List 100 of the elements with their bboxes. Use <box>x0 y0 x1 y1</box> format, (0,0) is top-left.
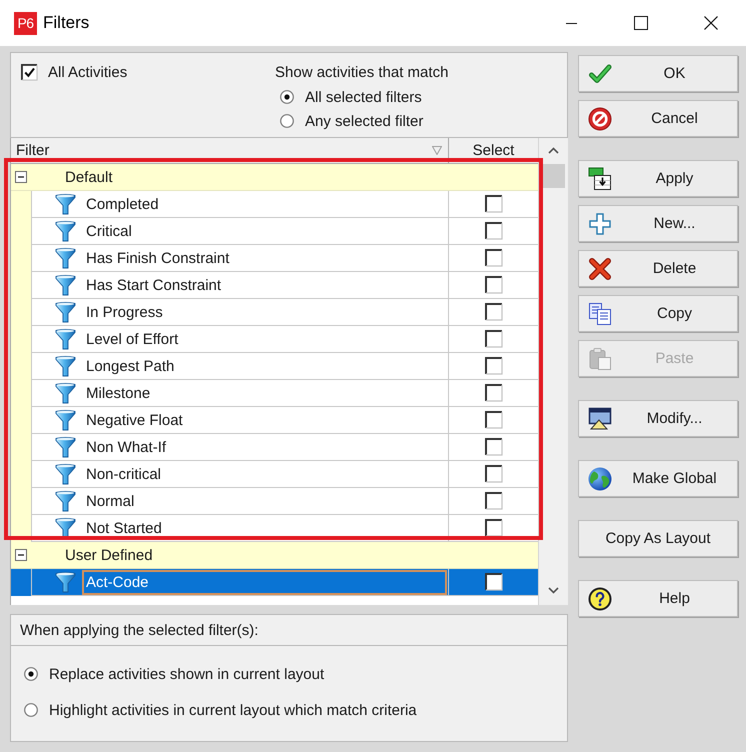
monitor-icon[interactable] <box>588 406 612 430</box>
checkbox[interactable] <box>484 195 502 213</box>
filter-name: Not Started <box>85 518 163 538</box>
filter-row[interactable]: Non What-If <box>11 434 538 461</box>
radio-button[interactable] <box>24 667 38 681</box>
filter-row[interactable]: Completed <box>11 191 538 218</box>
funnel-icon <box>55 436 76 458</box>
filter-name: Non What-If <box>85 438 168 458</box>
modify-button[interactable]: Modify... <box>578 400 738 437</box>
funnel-icon <box>55 490 76 512</box>
copy-button[interactable]: Copy <box>578 295 738 332</box>
checkbox[interactable] <box>484 222 502 240</box>
group-row[interactable]: Default <box>11 164 538 191</box>
funnel-icon <box>55 247 76 269</box>
ok-button[interactable]: OK <box>578 55 738 92</box>
filter-row[interactable]: Has Finish Constraint <box>11 245 538 272</box>
copy-as-layout-button[interactable]: Copy As Layout <box>578 520 738 557</box>
filter-row[interactable]: In Progress <box>11 299 538 326</box>
documents-icon[interactable] <box>588 302 612 326</box>
funnel-icon <box>55 328 76 350</box>
filter-name: Act-Code <box>82 570 447 594</box>
scrollbar-thumb[interactable] <box>542 164 564 188</box>
filter-row[interactable]: Act-Code <box>11 569 538 596</box>
checkbox[interactable] <box>484 411 502 429</box>
delete-button[interactable]: Delete <box>578 250 738 287</box>
funnel-icon <box>55 571 76 593</box>
filter-name: Critical <box>85 222 133 242</box>
collapse-icon[interactable] <box>15 549 27 561</box>
funnel-icon <box>55 517 76 539</box>
section-header: When applying the selected filter(s): <box>11 615 567 646</box>
group-label: User Defined <box>65 546 153 564</box>
question-mark-icon[interactable] <box>588 586 612 610</box>
minimize-icon[interactable] <box>566 22 576 24</box>
radio-label[interactable]: Replace activities shown in current layout <box>49 666 324 682</box>
radio-label[interactable]: All selected filters <box>305 88 422 106</box>
checkbox-label[interactable]: All Activities <box>48 64 128 81</box>
chevron-up-icon[interactable] <box>548 147 559 154</box>
collapse-icon[interactable] <box>15 171 27 183</box>
checkbox[interactable] <box>484 330 502 348</box>
help-button[interactable]: Help <box>578 580 738 617</box>
new-button[interactable]: New... <box>578 205 738 242</box>
filter-name: Has Finish Constraint <box>85 248 230 268</box>
funnel-icon <box>55 463 76 485</box>
no-entry-icon[interactable] <box>588 106 612 130</box>
filter-name: Longest Path <box>85 356 176 376</box>
checkbox[interactable] <box>484 492 502 510</box>
filter-name: Non-critical <box>85 464 162 484</box>
filter-row[interactable]: Critical <box>11 218 538 245</box>
checkbox[interactable] <box>484 303 502 321</box>
cross-icon[interactable] <box>588 256 612 280</box>
group-label: Default <box>65 168 113 186</box>
funnel-icon <box>55 382 76 404</box>
funnel-icon <box>55 193 76 215</box>
group-row[interactable]: User Defined <box>11 542 538 569</box>
table-arrow-icon[interactable] <box>588 166 612 190</box>
filter-name: Completed <box>85 194 160 214</box>
group-label: Show activities that match <box>275 64 450 81</box>
filter-name: Negative Float <box>85 410 184 430</box>
filter-row[interactable]: Level of Effort <box>11 326 538 353</box>
checkbox[interactable] <box>484 249 502 267</box>
column-header[interactable]: Filter <box>11 138 448 163</box>
checkbox[interactable] <box>484 276 502 294</box>
make-global-button[interactable]: Make Global <box>578 460 738 497</box>
checkbox[interactable] <box>484 519 502 537</box>
filter-row[interactable]: Non-critical <box>11 461 538 488</box>
filter-row[interactable]: Has Start Constraint <box>11 272 538 299</box>
checkbox[interactable] <box>484 438 502 456</box>
funnel-icon <box>55 220 76 242</box>
chevron-down-icon[interactable] <box>548 586 559 594</box>
filter-name: Normal <box>85 492 136 512</box>
filter-name: Level of Effort <box>85 330 180 350</box>
filter-row[interactable]: Normal <box>11 488 538 515</box>
maximize-icon[interactable] <box>634 16 648 30</box>
checkbox[interactable] <box>21 64 38 81</box>
filter-row[interactable]: Longest Path <box>11 353 538 380</box>
filter-name: In Progress <box>85 302 164 322</box>
radio-label[interactable]: Any selected filter <box>305 112 424 130</box>
filter-row[interactable]: Milestone <box>11 380 538 407</box>
radio-button[interactable] <box>280 114 294 128</box>
funnel-icon <box>55 355 76 377</box>
radio-button[interactable] <box>24 703 38 717</box>
filter-row[interactable]: Negative Float <box>11 407 538 434</box>
cancel-button[interactable]: Cancel <box>578 100 738 137</box>
checkmark-icon[interactable] <box>588 62 612 86</box>
app-badge: P6 <box>14 12 37 34</box>
funnel-icon <box>55 274 76 296</box>
filter-name: Milestone <box>85 384 152 404</box>
filter-name: Has Start Constraint <box>85 276 222 296</box>
checkbox[interactable] <box>484 384 502 402</box>
window-title: Filters <box>43 13 90 33</box>
globe-icon[interactable] <box>588 466 612 490</box>
apply-button[interactable]: Apply <box>578 160 738 197</box>
checkbox[interactable] <box>484 573 502 591</box>
radio-button[interactable] <box>280 90 294 104</box>
radio-label[interactable]: Highlight activities in current layout which match criteria <box>49 702 417 718</box>
funnel-icon <box>55 301 76 323</box>
plus-icon[interactable] <box>588 212 612 236</box>
close-icon[interactable] <box>704 16 718 30</box>
checkbox[interactable] <box>484 357 502 375</box>
checkbox[interactable] <box>484 465 502 483</box>
